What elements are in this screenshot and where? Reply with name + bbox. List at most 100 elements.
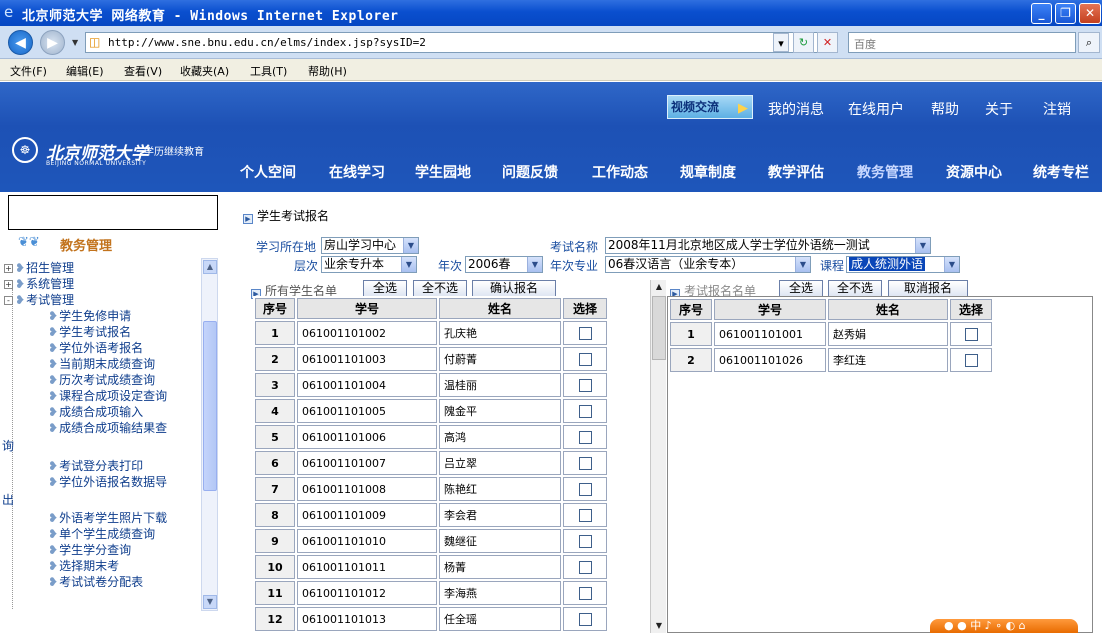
left-select-none-button[interactable]: 全不选 bbox=[413, 280, 467, 297]
location-select[interactable]: 房山学习中心 ▼ bbox=[321, 237, 419, 254]
topnav-logout[interactable]: 注销 bbox=[1043, 99, 1071, 119]
tree-item-current-grades[interactable]: ❥当前期末成绩查询 bbox=[48, 355, 155, 372]
year-select[interactable]: 2006春 ▼ bbox=[465, 256, 543, 273]
topnav-messages[interactable]: 我的消息 bbox=[768, 99, 824, 119]
menu-tools[interactable]: 工具(T) bbox=[250, 63, 287, 79]
scroll-thumb[interactable] bbox=[652, 296, 666, 360]
row-checkbox[interactable] bbox=[964, 353, 978, 367]
restore-button[interactable]: ❐ bbox=[1055, 3, 1076, 24]
tree-item-score-sheet[interactable]: ❥考试登分表打印 bbox=[48, 457, 143, 474]
close-window-button[interactable]: ✕ bbox=[1079, 3, 1101, 24]
tree-item-final-exam[interactable]: ❥选择期末考 bbox=[48, 557, 119, 574]
table-row[interactable]: 7 061001101008 陈艳红 bbox=[255, 477, 607, 501]
right-select-none-button[interactable]: 全不选 bbox=[828, 280, 882, 297]
row-checkbox[interactable] bbox=[578, 378, 592, 392]
forward-button[interactable]: ▶ bbox=[40, 30, 65, 55]
tree-item-course-composite[interactable]: ❥课程合成项设定查询 bbox=[48, 387, 167, 404]
topnav-help[interactable]: 帮助 bbox=[931, 99, 959, 119]
row-checkbox[interactable] bbox=[578, 560, 592, 574]
students-scrollbar[interactable]: ▲ ▼ bbox=[650, 280, 666, 633]
course-select[interactable]: 成人统测外语 ▼ bbox=[846, 256, 960, 273]
level-select[interactable]: 业余专升本 ▼ bbox=[321, 256, 417, 273]
scroll-down-icon[interactable]: ▼ bbox=[203, 595, 217, 609]
left-select-all-button[interactable]: 全选 bbox=[363, 280, 407, 297]
sidebar-scrollbar[interactable]: ▲ ▼ bbox=[201, 258, 218, 611]
row-checkbox[interactable] bbox=[578, 404, 592, 418]
topnav-online-users[interactable]: 在线用户 bbox=[848, 99, 904, 119]
tree-group-enrollment[interactable]: + ❥招生管理 bbox=[4, 259, 74, 276]
table-row[interactable]: 11 061001101012 李海燕 bbox=[255, 581, 607, 605]
scroll-down-icon[interactable]: ▼ bbox=[652, 619, 666, 633]
minimize-button[interactable]: _ bbox=[1031, 3, 1052, 24]
row-checkbox[interactable] bbox=[578, 456, 592, 470]
scroll-up-icon[interactable]: ▲ bbox=[652, 280, 666, 294]
nav-student-garden[interactable]: 学生园地 bbox=[415, 162, 471, 182]
menu-help[interactable]: 帮助(H) bbox=[308, 63, 347, 79]
row-checkbox[interactable] bbox=[578, 586, 592, 600]
url-dropdown-icon[interactable]: ▾ bbox=[773, 33, 789, 52]
tree-item-exemption[interactable]: ❥学生免修申请 bbox=[48, 307, 131, 324]
tree-group-system[interactable]: + ❥系统管理 bbox=[4, 275, 74, 292]
scroll-up-icon[interactable]: ▲ bbox=[203, 260, 217, 274]
tree-item-credits[interactable]: ❥学生学分查询 bbox=[48, 541, 131, 558]
table-row[interactable]: 1 061001101002 孔庆艳 bbox=[255, 321, 607, 345]
menu-file[interactable]: 文件(F) bbox=[10, 63, 47, 79]
nav-personal-space[interactable]: 个人空间 bbox=[240, 162, 296, 182]
table-row[interactable]: 1 061001101001 赵秀娟 bbox=[670, 322, 992, 346]
tree-item-paper-allocation[interactable]: ❥考试试卷分配表 bbox=[48, 573, 143, 590]
table-row[interactable]: 6 061001101007 吕立翠 bbox=[255, 451, 607, 475]
tree-item-past-grades[interactable]: ❥历次考试成绩查询 bbox=[48, 371, 155, 388]
row-checkbox[interactable] bbox=[578, 508, 592, 522]
tree-item-composite-result[interactable]: ❥成绩合成项输结果查 bbox=[48, 419, 167, 436]
table-row[interactable]: 9 061001101010 魏继征 bbox=[255, 529, 607, 553]
nav-academic-admin[interactable]: 教务管理 bbox=[857, 162, 913, 182]
table-row[interactable]: 2 061001101003 付蔚菁 bbox=[255, 347, 607, 371]
exam-name-select[interactable]: 2008年11月北京地区成人学士学位外语统一测试 ▼ bbox=[605, 237, 931, 254]
history-dropdown-icon[interactable]: ▼ bbox=[72, 38, 78, 47]
table-row[interactable]: 3 061001101004 温桂丽 bbox=[255, 373, 607, 397]
nav-exam-column[interactable]: 统考专栏 bbox=[1033, 162, 1089, 182]
tree-group-exam[interactable]: - ❥考试管理 bbox=[4, 291, 74, 308]
nav-resources[interactable]: 资源中心 bbox=[946, 162, 1002, 182]
row-checkbox[interactable] bbox=[578, 326, 592, 340]
table-row[interactable]: 10 061001101011 杨菁 bbox=[255, 555, 607, 579]
row-checkbox[interactable] bbox=[964, 327, 978, 341]
tree-item-exam-registration[interactable]: ❥学生考试报名 bbox=[48, 323, 131, 340]
menu-edit[interactable]: 编辑(E) bbox=[66, 63, 104, 79]
menu-favorites[interactable]: 收藏夹(A) bbox=[180, 63, 229, 79]
row-checkbox[interactable] bbox=[578, 352, 592, 366]
major-select[interactable]: 06春汉语言（业余专本） ▼ bbox=[605, 256, 811, 273]
tree-item-wrap[interactable]: 询 bbox=[2, 437, 14, 454]
tree-item-composite-input[interactable]: ❥成绩合成项输入 bbox=[48, 403, 143, 420]
tree-item-single-grade[interactable]: ❥单个学生成绩查询 bbox=[48, 525, 155, 542]
url-field[interactable]: ◫ http://www.sne.bnu.edu.cn/elms/index.j… bbox=[85, 32, 837, 53]
right-select-all-button[interactable]: 全选 bbox=[779, 280, 823, 297]
nav-teaching-eval[interactable]: 教学评估 bbox=[768, 162, 824, 182]
back-button[interactable]: ◀ bbox=[8, 30, 33, 55]
table-row[interactable]: 4 061001101005 隗金平 bbox=[255, 399, 607, 423]
search-input[interactable]: 百度 bbox=[848, 32, 1076, 53]
scroll-thumb[interactable] bbox=[203, 321, 217, 491]
nav-regulations[interactable]: 规章制度 bbox=[680, 162, 736, 182]
refresh-icon[interactable]: ↻ bbox=[793, 32, 814, 53]
row-checkbox[interactable] bbox=[578, 482, 592, 496]
confirm-registration-button[interactable]: 确认报名 bbox=[472, 280, 556, 297]
row-checkbox[interactable] bbox=[578, 612, 592, 626]
table-row[interactable]: 12 061001101013 任全瑶 bbox=[255, 607, 607, 631]
tree-item-degree-export[interactable]: ❥学位外语报名数据导 bbox=[48, 473, 167, 490]
expand-icon[interactable]: + bbox=[4, 280, 13, 289]
topnav-about[interactable]: 关于 bbox=[985, 99, 1013, 119]
tree-item-degree-language[interactable]: ❥学位外语考报名 bbox=[48, 339, 143, 356]
row-checkbox[interactable] bbox=[578, 430, 592, 444]
nav-online-learning[interactable]: 在线学习 bbox=[329, 162, 385, 182]
table-row[interactable]: 8 061001101009 李会君 bbox=[255, 503, 607, 527]
row-checkbox[interactable] bbox=[578, 534, 592, 548]
menu-view[interactable]: 查看(V) bbox=[124, 63, 162, 79]
cancel-registration-button[interactable]: 取消报名 bbox=[888, 280, 968, 297]
table-row[interactable]: 2 061001101026 李红连 bbox=[670, 348, 992, 372]
stop-icon[interactable]: ✕ bbox=[817, 32, 838, 53]
table-row[interactable]: 5 061001101006 高鸿 bbox=[255, 425, 607, 449]
nav-feedback[interactable]: 问题反馈 bbox=[502, 162, 558, 182]
ime-status-badge[interactable]: ● ● 中 ♪ ∘ ◐ ⌂ bbox=[930, 619, 1078, 633]
collapse-icon[interactable]: - bbox=[4, 296, 13, 305]
